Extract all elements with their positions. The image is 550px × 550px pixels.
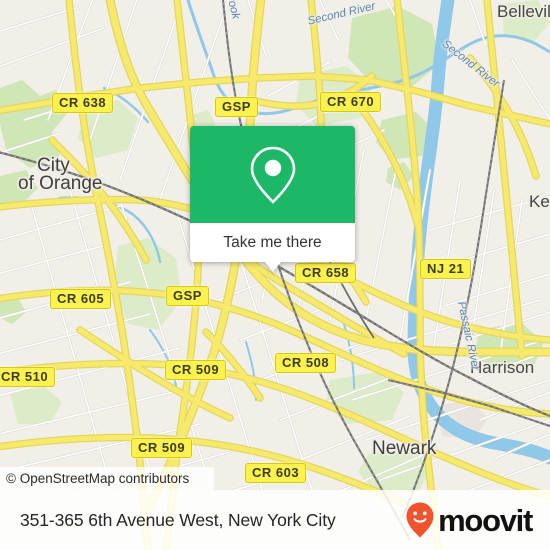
moovit-wordmark: moovit (438, 502, 533, 538)
place-label-of-orange: of Orange (18, 173, 103, 194)
road-shield-nj-21[interactable]: NJ 21 (420, 259, 472, 279)
take-me-there-label: Take me there (223, 233, 322, 251)
map-pin-icon (250, 146, 295, 204)
place-label-belleville: Belleville (497, 2, 550, 21)
take-me-there-callout[interactable]: Take me there (190, 126, 355, 272)
bottom-info-bar: 351-365 6th Avenue West, New York City m… (0, 490, 550, 550)
road-shield-gsp-mid[interactable]: GSP (166, 286, 209, 306)
road-shield-cr-603[interactable]: CR 603 (245, 463, 307, 483)
road-shield-cr-509-upper[interactable]: CR 509 (165, 360, 227, 380)
map-canvas[interactable]: .w { fill:none; stroke:#8fc8e8; stroke-l… (0, 0, 550, 550)
road-shield-cr-605[interactable]: CR 605 (50, 289, 112, 309)
map-screen: .w { fill:none; stroke:#8fc8e8; stroke-l… (0, 0, 550, 550)
attribution-text: © OpenStreetMap contributors (6, 471, 190, 486)
callout-pointer-tail (264, 261, 282, 272)
road-shield-cr-658[interactable]: CR 658 (295, 263, 357, 283)
road-shield-cr-670[interactable]: CR 670 (320, 92, 382, 112)
address-label: 351-365 6th Avenue West, New York City (20, 509, 336, 530)
moovit-brand[interactable]: moovit (405, 501, 533, 539)
map-attribution[interactable]: © OpenStreetMap contributors (0, 467, 214, 490)
callout-action-bar[interactable]: Take me there (190, 223, 355, 262)
place-label-newark: Newark (372, 438, 437, 459)
callout-image-area (190, 126, 355, 223)
road-shield-cr-638[interactable]: CR 638 (52, 93, 114, 113)
road-shield-cr-510[interactable]: CR 510 (0, 367, 56, 387)
place-label-kearny: Ke (529, 192, 550, 211)
road-shield-cr-508[interactable]: CR 508 (275, 353, 337, 373)
road-shield-cr-509-lower[interactable]: CR 509 (131, 438, 193, 458)
road-shield-gsp-top[interactable]: GSP (215, 97, 258, 117)
moovit-smiley-pin-icon (406, 502, 434, 538)
